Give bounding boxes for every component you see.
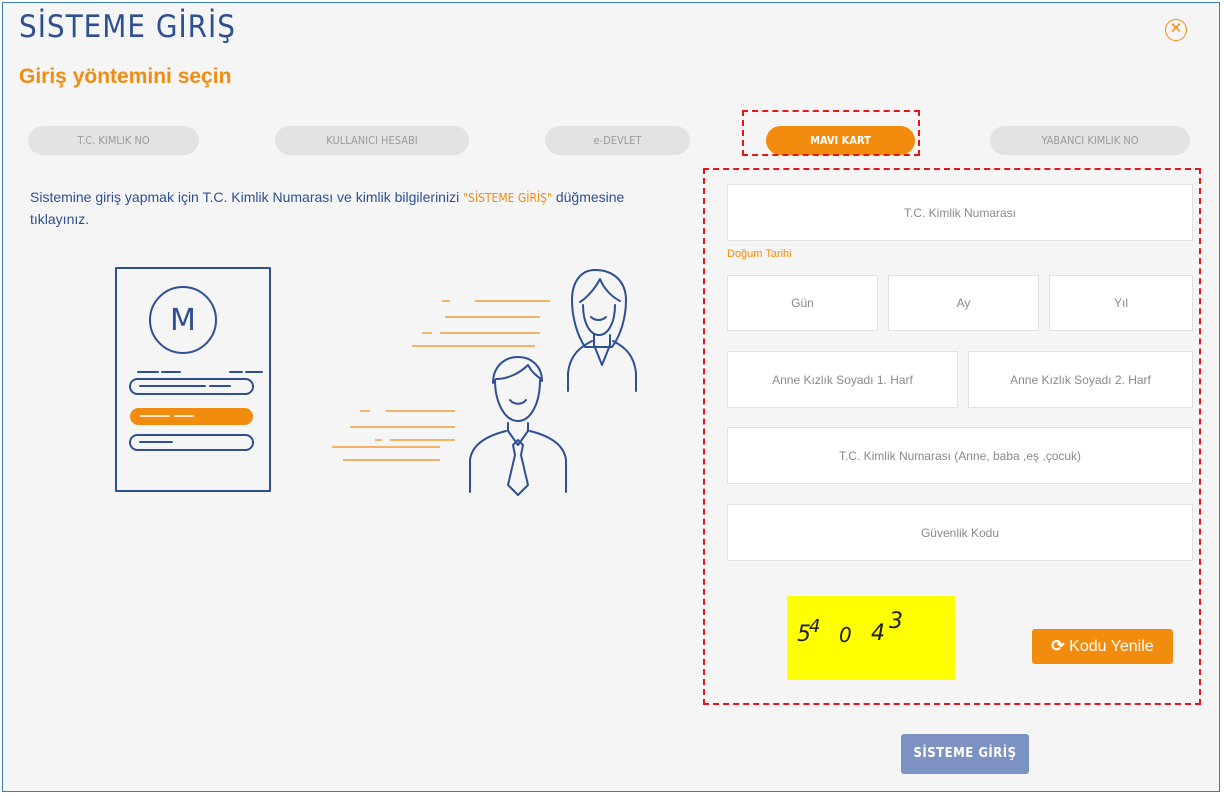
man-icon (469, 356, 567, 496)
instruction-text: Sistemine giriş yapmak için T.C. Kimlik … (30, 187, 670, 230)
captcha-char: 3 (889, 609, 903, 634)
instruction-text-before: Sistemine giriş yapmak için T.C. Kimlik … (30, 189, 464, 205)
login-submit-button[interactable]: SİSTEME GİRİŞ (901, 734, 1029, 774)
page-title: SİSTEME GİRİŞ (19, 9, 236, 45)
birth-day-input[interactable]: Gün (727, 275, 878, 331)
id-card-letter: M (170, 303, 196, 338)
captcha-char: 4 (809, 616, 820, 637)
captcha-char: 0 (839, 623, 852, 647)
birth-month-input[interactable]: Ay (888, 275, 1039, 331)
tab-tc-kimlik-no[interactable]: T.C. KIMLIK NO (28, 126, 199, 155)
close-icon[interactable]: ✕ (1165, 19, 1187, 41)
refresh-code-label: Kodu Yenile (1069, 638, 1154, 655)
relative-tc-number-input[interactable]: T.C. Kimlik Numarası (Anne, baba ,eş ,ço… (727, 427, 1193, 484)
woman-icon (567, 269, 637, 392)
birth-year-input[interactable]: Yıl (1049, 275, 1193, 331)
tab-yabanci-kimlik-no[interactable]: YABANCI KIMLIK NO (990, 126, 1190, 155)
instruction-text-highlight: "SİSTEME GİRİŞ" (463, 191, 552, 205)
mother-maiden-letter1-input[interactable]: Anne Kızlık Soyadı 1. Harf (727, 351, 958, 408)
tab-kullanici-hesabi[interactable]: KULLANICI HESABI (275, 126, 469, 155)
captcha-image: 5 4 0 4 3 (787, 596, 955, 680)
refresh-icon: ⟳ (1051, 638, 1065, 655)
login-illustration: M (115, 267, 637, 496)
tc-number-input[interactable]: T.C. Kimlik Numarası (727, 184, 1193, 241)
page-subtitle: Giriş yöntemini seçin (19, 65, 232, 88)
highlight-box-tab (742, 110, 920, 156)
captcha-char: 4 (871, 621, 885, 646)
tab-e-devlet[interactable]: e-DEVLET (545, 126, 690, 155)
birth-date-label: Doğum Tarihi (727, 248, 792, 260)
mother-maiden-letter2-input[interactable]: Anne Kızlık Soyadı 2. Harf (968, 351, 1193, 408)
security-code-input[interactable]: Güvenlik Kodu (727, 504, 1193, 561)
refresh-code-button[interactable]: ⟳ Kodu Yenile (1032, 629, 1173, 664)
